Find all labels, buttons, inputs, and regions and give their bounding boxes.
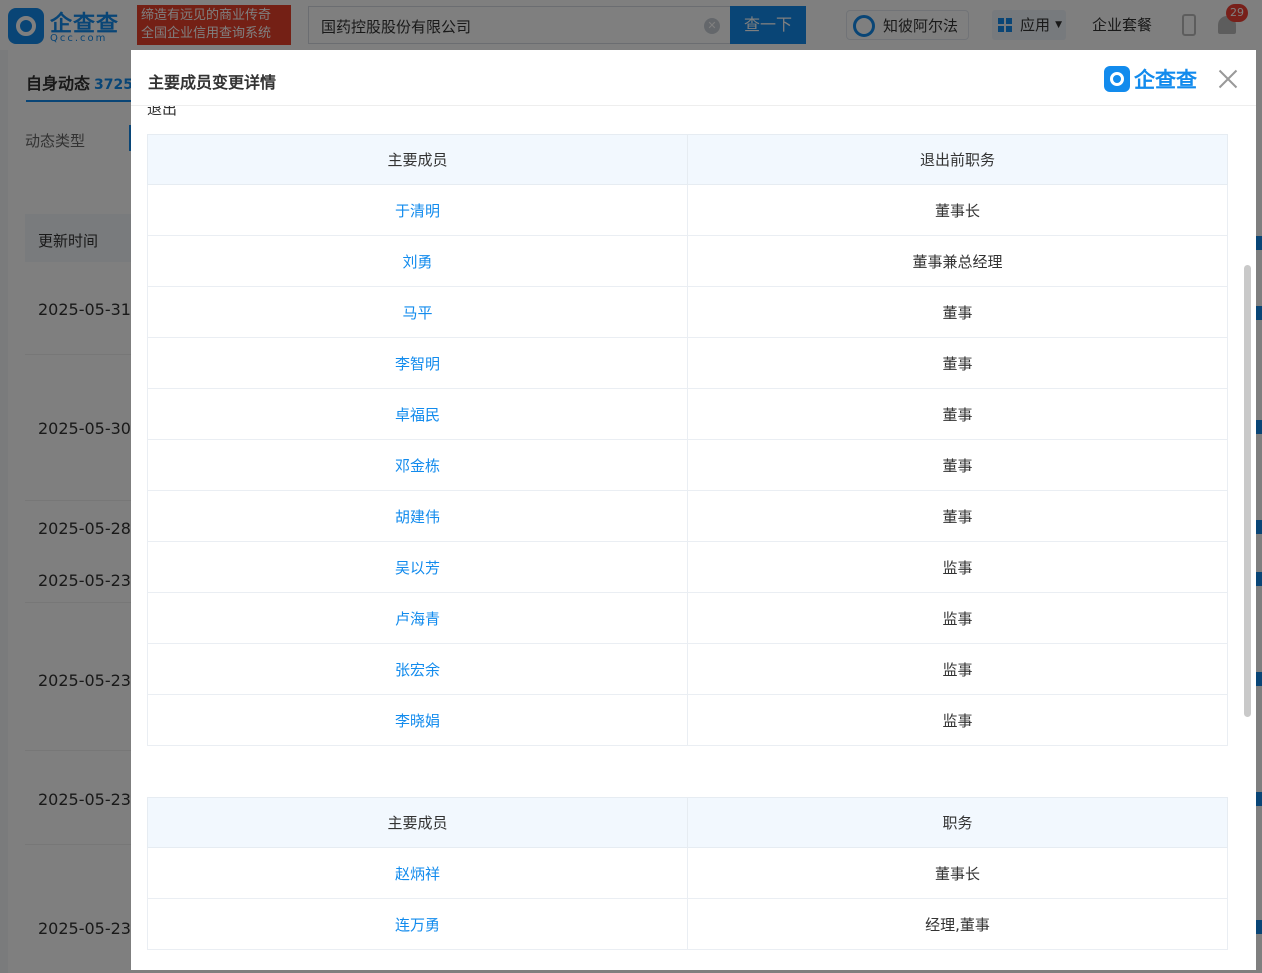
table-row: 胡建伟 董事 [147, 490, 1228, 542]
column-header-prior-role: 退出前职务 [687, 134, 1228, 185]
member-role: 董事 [687, 388, 1228, 440]
member-name-link[interactable]: 连万勇 [147, 898, 688, 950]
member-name-link[interactable]: 于清明 [147, 184, 688, 236]
qcc-logo-icon [1104, 66, 1130, 92]
modal-title: 主要成员变更详情 [148, 73, 277, 92]
table-row: 邓金栋 董事 [147, 439, 1228, 491]
close-icon[interactable] [1217, 68, 1239, 90]
table-row: 赵炳祥 董事长 [147, 847, 1228, 899]
member-change-modal: 主要成员变更详情 企查查 退出 主要成员 退出前职务 于清明 董事长 刘勇 董事兼总经… [131, 50, 1256, 970]
member-name-link[interactable]: 马平 [147, 286, 688, 338]
member-name-link[interactable]: 吴以芳 [147, 541, 688, 593]
member-role: 监事 [687, 694, 1228, 746]
member-role: 董事 [687, 490, 1228, 542]
member-role: 监事 [687, 643, 1228, 695]
table-row: 李智明 董事 [147, 337, 1228, 389]
member-role: 董事 [687, 337, 1228, 389]
column-header-member: 主要成员 [147, 797, 688, 848]
member-role: 董事长 [687, 184, 1228, 236]
member-role: 经理,董事 [687, 898, 1228, 950]
member-role: 董事 [687, 439, 1228, 491]
member-name-link[interactable]: 卓福民 [147, 388, 688, 440]
table-row: 卓福民 董事 [147, 388, 1228, 440]
new-members-table: 主要成员 职务 赵炳祥 董事长 连万勇 经理,董事 [147, 797, 1228, 950]
modal-scrollbar[interactable] [1244, 265, 1251, 717]
modal-logo-text: 企查查 [1134, 68, 1197, 92]
member-name-link[interactable]: 卢海青 [147, 592, 688, 644]
table-row: 连万勇 经理,董事 [147, 898, 1228, 950]
table-row: 李晓娟 监事 [147, 694, 1228, 746]
column-header-role: 职务 [687, 797, 1228, 848]
column-header-member: 主要成员 [147, 134, 688, 185]
exit-members-table: 主要成员 退出前职务 于清明 董事长 刘勇 董事兼总经理 马平 董事 李智明 董事 卓福民 董事邓… [147, 134, 1228, 746]
member-role: 董事长 [687, 847, 1228, 899]
member-name-link[interactable]: 赵炳祥 [147, 847, 688, 899]
table-row: 于清明 董事长 [147, 184, 1228, 236]
member-role: 董事兼总经理 [687, 235, 1228, 287]
member-role: 董事 [687, 286, 1228, 338]
member-name-link[interactable]: 邓金栋 [147, 439, 688, 491]
table-row: 吴以芳 监事 [147, 541, 1228, 593]
member-name-link[interactable]: 李晓娟 [147, 694, 688, 746]
table-row: 马平 董事 [147, 286, 1228, 338]
member-name-link[interactable]: 刘勇 [147, 235, 688, 287]
member-role: 监事 [687, 592, 1228, 644]
member-role: 监事 [687, 541, 1228, 593]
modal-header: 主要成员变更详情 企查查 [131, 50, 1256, 106]
table-row: 张宏余 监事 [147, 643, 1228, 695]
table-row: 刘勇 董事兼总经理 [147, 235, 1228, 287]
table-header-row: 主要成员 职务 [147, 797, 1228, 848]
table-row: 卢海青 监事 [147, 592, 1228, 644]
member-name-link[interactable]: 张宏余 [147, 643, 688, 695]
member-name-link[interactable]: 李智明 [147, 337, 688, 389]
table-header-row: 主要成员 退出前职务 [147, 134, 1228, 185]
member-name-link[interactable]: 胡建伟 [147, 490, 688, 542]
